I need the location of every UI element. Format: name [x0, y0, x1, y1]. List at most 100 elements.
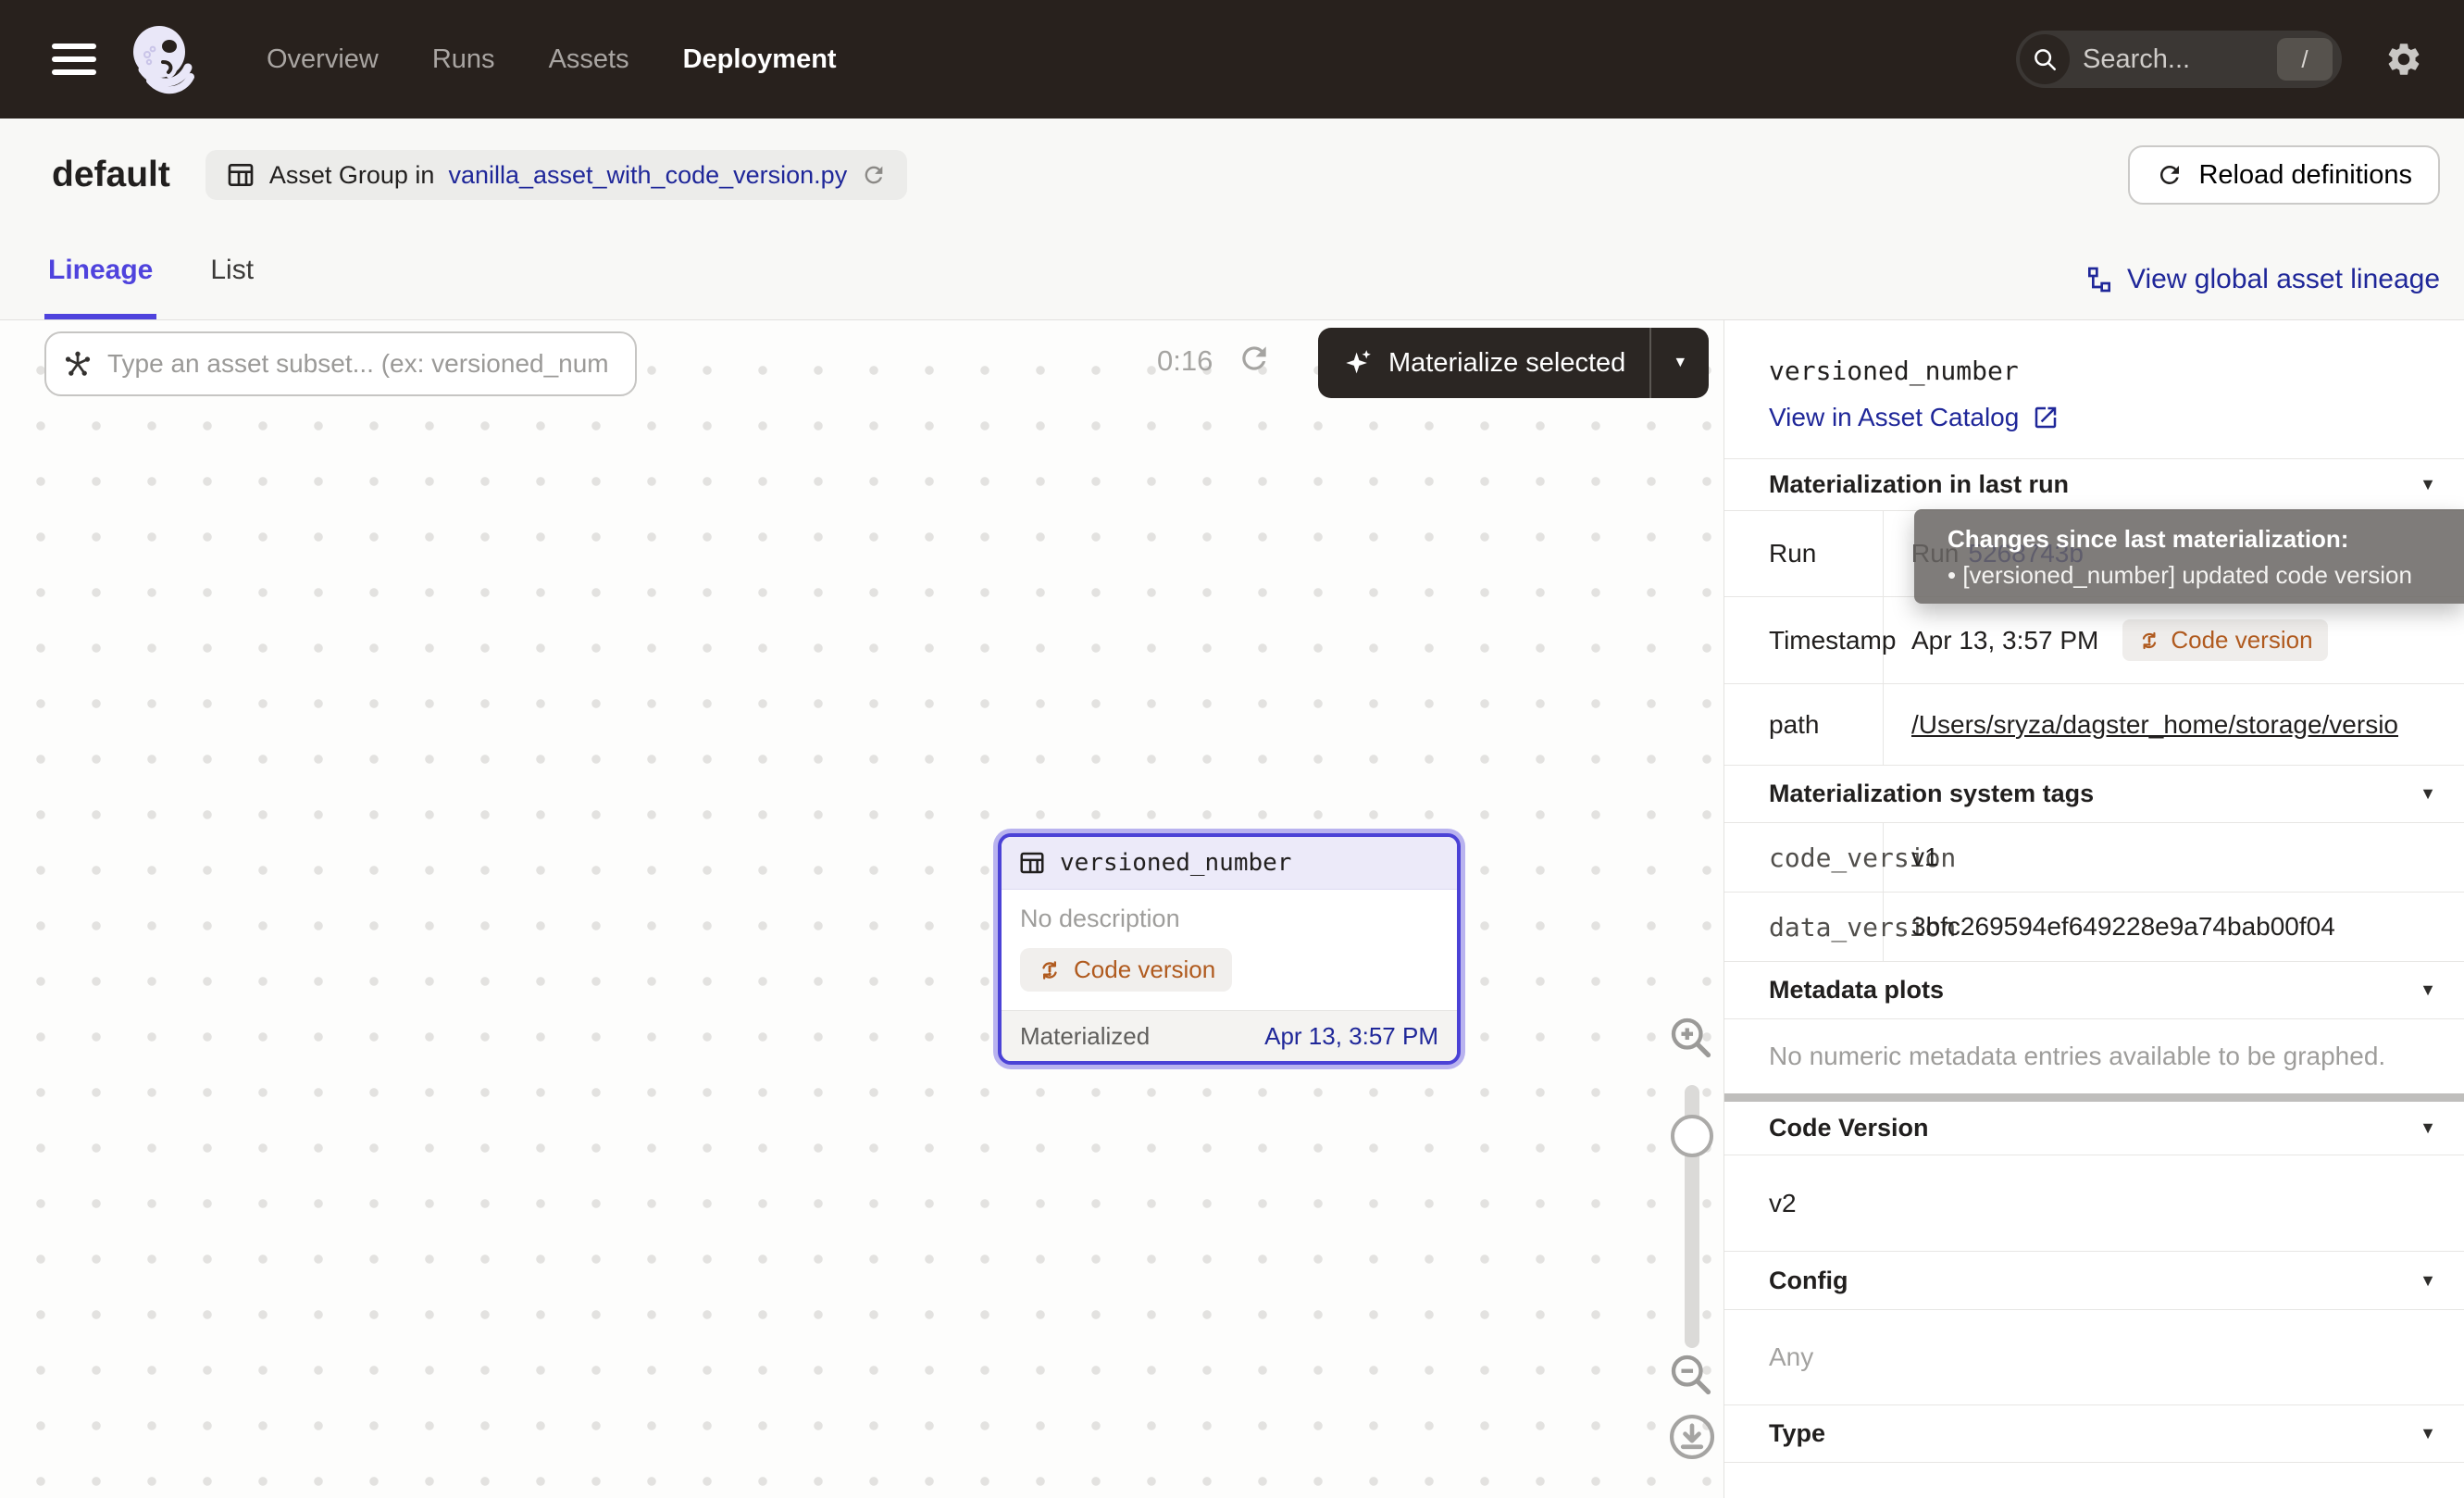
section-materialization-system-tags[interactable]: Materialization system tags ▼ — [1724, 766, 2464, 823]
panel-divider — [1724, 1093, 2464, 1102]
asset-node-versioned-number[interactable]: versioned_number No description Code ver… — [998, 833, 1461, 1065]
path-value-link[interactable]: /Users/sryza/dagster_home/storage/versio — [1911, 710, 2398, 740]
op-selector-icon — [63, 349, 93, 379]
download-image-icon[interactable] — [1666, 1411, 1718, 1463]
breadcrumb-file-link[interactable]: vanilla_asset_with_code_version.py — [448, 161, 847, 190]
breadcrumb-prefix: Asset Group in — [269, 161, 435, 190]
asset-subset-filter[interactable] — [44, 331, 637, 396]
tab-list[interactable]: List — [206, 227, 257, 319]
view-global-asset-lineage-label: View global asset lineage — [2127, 264, 2440, 295]
tooltip-title: Changes since last materialization: — [1948, 525, 2464, 554]
view-in-asset-catalog-link[interactable]: View in Asset Catalog — [1769, 403, 2060, 432]
asset-node-header: versioned_number — [1002, 837, 1457, 890]
section-header-label: Type — [1769, 1419, 1825, 1448]
refresh-icon[interactable] — [861, 162, 887, 188]
code-version-tag-value: v1 — [1884, 823, 2464, 892]
zoom-slider-handle[interactable] — [1671, 1115, 1713, 1157]
search-box[interactable]: / — [2016, 31, 2342, 88]
sparkle-icon — [1342, 347, 1374, 379]
reload-definitions-button[interactable]: Reload definitions — [2128, 145, 2440, 205]
dagster-app: Overview Runs Assets Deployment / defaul… — [0, 0, 2464, 1498]
breadcrumb: Asset Group in vanilla_asset_with_code_v… — [205, 150, 907, 200]
sync-alert-icon — [2137, 629, 2161, 653]
view-tabs: Lineage List — [44, 227, 257, 319]
asset-node-description: No description — [1020, 905, 1438, 933]
section-code-version[interactable]: Code Version ▼ — [1724, 1102, 2464, 1155]
nav-item-assets[interactable]: Assets — [549, 44, 629, 75]
refresh-timer: 0:16 — [1157, 344, 1213, 378]
materialized-timestamp-link[interactable]: Apr 13, 3:57 PM — [1264, 1022, 1438, 1051]
search-shortcut-badge: / — [2277, 38, 2333, 81]
reload-icon — [2156, 161, 2184, 189]
dagster-logo[interactable] — [122, 19, 202, 99]
materialize-dropdown-caret[interactable]: ▼ — [1651, 328, 1709, 398]
table-row: data_version 3bfc269594ef649228e9a74bab0… — [1724, 893, 2464, 962]
chevron-down-icon[interactable]: ▼ — [2420, 784, 2436, 804]
reload-definitions-label: Reload definitions — [2198, 160, 2412, 191]
chevron-down-icon[interactable]: ▼ — [2420, 1118, 2436, 1138]
data-version-tag-value: 3bfc269594ef649228e9a74bab00f04 — [1884, 893, 2464, 961]
section-config[interactable]: Config ▼ — [1724, 1252, 2464, 1310]
sync-alert-icon — [1037, 957, 1063, 983]
nav-item-runs[interactable]: Runs — [432, 44, 495, 75]
run-row-label: Run — [1724, 511, 1884, 596]
section-header-label: Materialization system tags — [1769, 780, 2094, 808]
section-metadata-plots[interactable]: Metadata plots ▼ — [1724, 962, 2464, 1019]
view-in-asset-catalog-label: View in Asset Catalog — [1769, 403, 2019, 432]
zoom-out-icon[interactable] — [1666, 1350, 1714, 1398]
config-value: Any — [1724, 1310, 2464, 1405]
chevron-down-icon[interactable]: ▼ — [2420, 1424, 2436, 1443]
data-version-tag-label: data_version — [1724, 893, 1884, 961]
table-row: code_version v1 — [1724, 823, 2464, 893]
nav-links: Overview Runs Assets Deployment — [267, 44, 837, 75]
timestamp-row-label: Timestamp — [1724, 597, 1884, 683]
section-header-label: Code Version — [1769, 1114, 1929, 1142]
lineage-graph-icon — [2084, 265, 2114, 294]
tooltip-item: • [versioned_number] updated code versio… — [1948, 561, 2464, 590]
materialize-selected-label: Materialize selected — [1388, 348, 1625, 379]
table-icon — [1018, 849, 1046, 877]
section-type[interactable]: Type ▼ — [1724, 1405, 2464, 1463]
refresh-icon[interactable] — [1237, 341, 1272, 376]
timestamp-value: Apr 13, 3:57 PM — [1911, 626, 2098, 655]
page-header: default Asset Group in vanilla_asset_wit… — [0, 119, 2464, 320]
dagster-logo-icon — [122, 19, 202, 99]
sidebar-asset-title: versioned_number — [1769, 356, 2464, 386]
menu-icon[interactable] — [52, 36, 96, 82]
asset-subset-input[interactable] — [106, 348, 618, 380]
metadata-empty-message: No numeric metadata entries available to… — [1724, 1019, 2464, 1093]
top-nav: Overview Runs Assets Deployment / — [0, 0, 2464, 119]
code-version-badge[interactable]: Code version — [2122, 619, 2327, 661]
asset-sidebar: versioned_number View in Asset Catalog M… — [1724, 320, 2464, 1498]
search-input[interactable] — [2070, 44, 2277, 75]
code-version-tag-label: code_version — [1724, 823, 1884, 892]
lineage-canvas[interactable]: 0:16 Materialize selected ▼ versioned_nu… — [0, 320, 1724, 1498]
search-icon — [2020, 34, 2070, 84]
asset-node-footer: Materialized Apr 13, 3:57 PM — [1002, 1010, 1457, 1061]
gear-icon[interactable] — [2384, 40, 2423, 79]
table-row: path /Users/sryza/dagster_home/storage/v… — [1724, 684, 2464, 766]
section-header-label: Metadata plots — [1769, 976, 1944, 1005]
asset-node-title: versioned_number — [1060, 849, 1291, 877]
code-version-tag[interactable]: Code version — [1020, 948, 1232, 992]
path-row-label: path — [1724, 684, 1884, 765]
code-version-tag-label: Code version — [1074, 955, 1215, 984]
section-header-label: Materialization in last run — [1769, 470, 2069, 499]
section-materialization-last-run[interactable]: Materialization in last run ▼ — [1724, 459, 2464, 511]
external-link-icon — [2032, 404, 2060, 431]
materialize-selected-button[interactable]: Materialize selected ▼ — [1318, 328, 1709, 398]
tab-lineage[interactable]: Lineage — [44, 227, 156, 319]
nav-item-overview[interactable]: Overview — [267, 44, 379, 75]
code-version-value: v2 — [1724, 1155, 2464, 1252]
table-row: Timestamp Apr 13, 3:57 PM Code version — [1724, 597, 2464, 684]
chevron-down-icon[interactable]: ▼ — [2420, 1271, 2436, 1291]
zoom-in-icon[interactable] — [1666, 1013, 1714, 1061]
chevron-down-icon[interactable]: ▼ — [2420, 475, 2436, 494]
page-title: default — [52, 155, 170, 195]
changes-tooltip: Changes since last materialization: • [v… — [1914, 509, 2464, 604]
chevron-down-icon[interactable]: ▼ — [2420, 980, 2436, 1000]
view-global-asset-lineage-link[interactable]: View global asset lineage — [2084, 264, 2440, 295]
asset-group-icon — [226, 160, 255, 190]
materialized-status-label: Materialized — [1020, 1022, 1150, 1051]
nav-item-deployment[interactable]: Deployment — [683, 44, 837, 75]
